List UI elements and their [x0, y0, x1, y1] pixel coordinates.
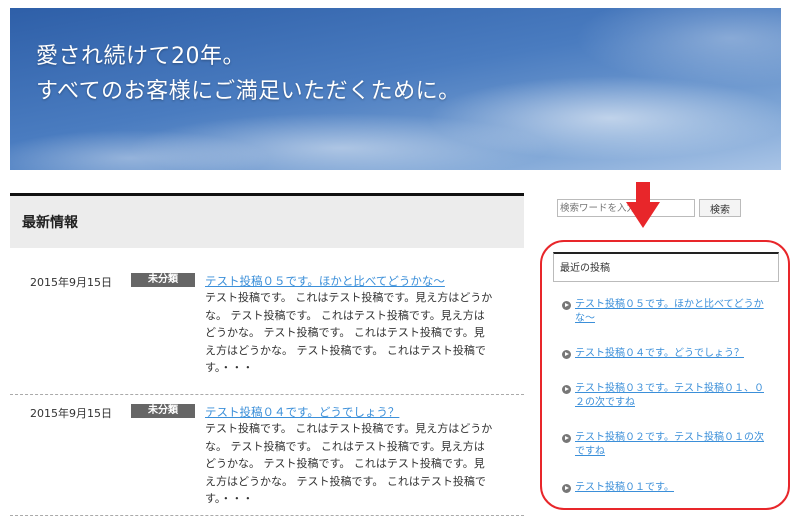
excerpt-line: え方はどうかな。 テスト投稿です。 これはテスト投稿で — [205, 343, 486, 357]
post-title-link[interactable]: テスト投稿０４です。どうでしょう？ — [205, 404, 399, 420]
excerpt-line: テスト投稿です。 これはテスト投稿です。見え方はどうか — [205, 422, 493, 435]
excerpt-line: どうかな。 テスト投稿です。 これはテスト投稿です。見 — [205, 457, 485, 470]
news-post: 2015年9月15日 未分類 テスト投稿０５です。ほかと比べてどうかな〜 テスト… — [10, 269, 524, 395]
post-date: 2015年9月15日 — [30, 276, 112, 289]
category-badge[interactable]: 未分類 — [131, 273, 195, 287]
excerpt-line: す。・・・ — [205, 492, 254, 505]
hero-subheadline: すべてのお客様にご満足いただくために。 — [36, 79, 461, 104]
excerpt-line: え方はどうかな。 テスト投稿です。 これはテスト投稿で — [205, 474, 486, 488]
excerpt-line: な。 テスト投稿です。 これはテスト投稿です。見え方は — [205, 308, 485, 322]
excerpt-line: どうかな。 テスト投稿です。 これはテスト投稿です。見 — [205, 326, 485, 339]
excerpt-line: な。 テスト投稿です。 これはテスト投稿です。見え方は — [205, 439, 485, 453]
highlight-annotation-outline — [540, 240, 790, 510]
hero-headline: 愛され続けて20年。 — [36, 44, 245, 69]
post-title-link[interactable]: テスト投稿０５です。ほかと比べてどうかな〜 — [205, 273, 445, 289]
post-excerpt: テスト投稿です。 これはテスト投稿です。見え方はどうか な。 テスト投稿です。 … — [205, 420, 505, 508]
news-section-title: 最新情報 — [10, 193, 524, 248]
red-arrow-down-icon — [626, 182, 660, 228]
news-section: 最新情報 2015年9月15日 未分類 テスト投稿０５です。ほかと比べてどうかな… — [10, 193, 524, 516]
post-excerpt: テスト投稿です。 これはテスト投稿です。見え方はどうか な。 テスト投稿です。 … — [205, 289, 505, 377]
excerpt-line: テスト投稿です。 これはテスト投稿です。見え方はどうか — [205, 291, 493, 304]
excerpt-line: す。・・・ — [205, 361, 254, 374]
post-date: 2015年9月15日 — [30, 407, 112, 420]
hero-banner: 愛され続けて20年。 すべてのお客様にご満足いただくために。 — [10, 8, 781, 170]
category-badge[interactable]: 未分類 — [131, 404, 195, 418]
search-button[interactable]: 検索 — [699, 199, 741, 217]
news-post: 2015年9月15日 未分類 テスト投稿０４です。どうでしょう？ テスト投稿です… — [10, 395, 524, 516]
